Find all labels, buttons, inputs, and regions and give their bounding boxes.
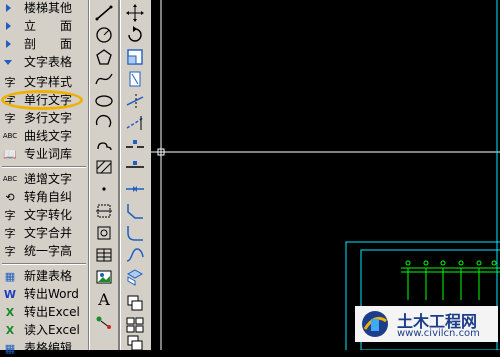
table-icon: ▦ [4,342,16,355]
watermark-url: www.civilcn.com [397,328,480,339]
word-icon: W [3,288,17,301]
table-tool-icon[interactable] [93,245,115,265]
join-tool-icon[interactable] [124,179,146,199]
draw-toolbar: A [89,0,118,350]
expand-triangle-icon [6,22,11,30]
menu-divider [2,166,86,168]
menu-item-export-word[interactable]: W 转出Word [0,286,88,303]
attribute-tool-icon[interactable] [93,311,115,331]
increment-text-icon: ABC [2,175,18,183]
menu-item-multi-line-text[interactable]: 字多行文字 [0,110,88,127]
modify-toolbar [120,0,151,353]
book-icon: 📖 [3,148,17,161]
spline-tool-icon[interactable] [93,69,115,89]
multi-line-text-icon: 字 [4,112,16,125]
line-tool-icon[interactable] [93,3,115,23]
hatch-tool-icon[interactable] [93,157,115,177]
break-at-point-icon[interactable] [124,157,146,177]
menu-item-professional-glossary[interactable]: 📖 专业词库 [0,146,88,163]
menu-item-import-excel[interactable]: X 读入Excel [0,322,88,339]
extend-tool-icon[interactable] [124,113,146,133]
civilcn-logo-icon [362,311,388,337]
menu-item-elevation[interactable]: 立 面 [0,18,88,35]
rotate-icon: ⟲ [5,191,15,204]
text-height-icon: 字 [4,245,16,258]
menu-item-text-table[interactable]: 文字表格 [0,54,88,71]
menu-item-section[interactable]: 剖 面 [0,36,88,53]
text-merge-icon: 字 [4,227,16,240]
circle-tool-icon[interactable] [93,25,115,45]
point-tool-icon[interactable] [93,179,115,199]
cad-grid-ticks [407,268,480,300]
arc-tool-icon[interactable] [93,113,115,133]
menu-item-new-table[interactable]: ▦ 新建表格 [0,268,88,285]
text-convert-icon: 字 [4,209,16,222]
mtext-tool-icon[interactable]: A [93,289,115,309]
block-tool-icon[interactable] [93,201,115,221]
break-tool-icon[interactable] [124,135,146,155]
ellipse-tool-icon[interactable] [93,91,115,111]
excel-icon: X [5,306,15,319]
menu-item-text-convert[interactable]: 字文字转化 [0,207,88,224]
canvas-drawing [151,0,500,357]
polygon-tool-icon[interactable] [93,47,115,67]
menu-item-stairs-other[interactable]: 楼梯其他 [0,0,88,17]
insert-block-icon[interactable] [93,223,115,243]
collapse-triangle-icon [4,60,12,65]
excel-icon: X [5,324,15,337]
menu-item-rotate-correct[interactable]: ⟲ 转角自纠 [0,189,88,206]
table-icon: ▦ [4,270,16,283]
menu-item-curve-text[interactable]: ABC 曲线文字 [0,128,88,145]
menu-item-increment-text[interactable]: ABC 递增文字 [0,171,88,188]
rotate-tool-icon[interactable] [124,25,146,45]
trim-tool-icon[interactable] [124,91,146,111]
svg-text:A: A [97,290,110,309]
curve-text-icon: ABC [2,132,18,140]
array-tool-icon[interactable] [124,315,146,335]
offset-tool-icon[interactable] [124,333,146,353]
text-style-icon: 字 [4,76,16,89]
drawing-canvas[interactable]: 土木工程网 www.civilcn.com [151,0,500,357]
chamfer-tool-icon[interactable] [124,201,146,221]
expand-triangle-icon [6,40,11,48]
cad-axis-markers [405,260,497,266]
menu-divider [2,263,86,265]
expand-triangle-icon [6,4,11,12]
stretch-tool-icon[interactable] [124,69,146,89]
fillet-tool-icon[interactable] [124,223,146,243]
scale-tool-icon[interactable] [124,47,146,67]
explode-tool-icon[interactable] [124,267,146,287]
revcloud-tool-icon[interactable] [93,135,115,155]
menu-item-unify-text-height[interactable]: 字统一字高 [0,243,88,260]
image-tool-icon[interactable] [93,267,115,287]
menu-item-text-merge[interactable]: 字文字合并 [0,225,88,242]
tarch-sidebar-menu: 楼梯其他 立 面 剖 面 文字表格 字文字样式 字单行文字 字多行文字 ABC 曲… [0,0,89,355]
highlight-oval [1,90,83,110]
blend-curves-icon[interactable] [124,245,146,265]
menu-item-text-style[interactable]: 字文字样式 [0,74,88,91]
move-tool-icon[interactable] [124,3,146,23]
menu-item-export-excel[interactable]: X 转出Excel [0,304,88,321]
copy-tool-icon[interactable] [124,293,146,313]
site-watermark: 土木工程网 www.civilcn.com [355,306,498,342]
menu-item-table-edit[interactable]: ▦ 表格编辑 [0,340,88,357]
